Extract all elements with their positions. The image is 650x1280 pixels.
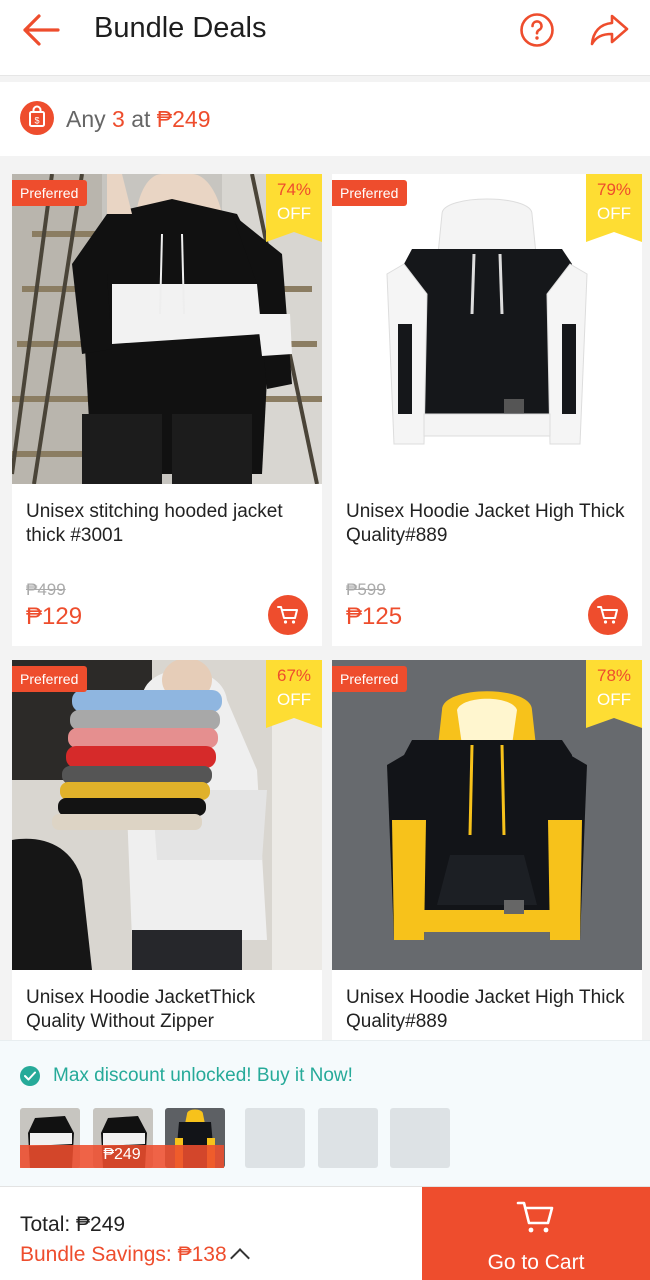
preferred-badge: Preferred xyxy=(332,180,408,206)
original-price: ₱499 xyxy=(26,580,66,599)
product-name[interactable]: Unisex Hoodie Jacket High Thick Quality#… xyxy=(346,500,631,548)
total-amount: Total: ₱249 xyxy=(20,1213,125,1237)
bundle-price-bar: ₱249 xyxy=(20,1145,224,1168)
bundle-progress-panel: Max discount unlocked! Buy it Now! ₱249 xyxy=(0,1040,650,1186)
go-to-cart-label: Go to Cart xyxy=(487,1251,585,1274)
discount-label: OFF xyxy=(277,690,311,709)
promo-price: ₱249 xyxy=(156,106,211,132)
promo-quantity: 3 xyxy=(112,106,125,132)
cart-icon xyxy=(516,1201,554,1233)
page-title: Bundle Deals xyxy=(94,12,267,44)
checkout-footer: Total: ₱249 Bundle Savings: ₱138 Go to C… xyxy=(0,1186,650,1280)
discount-label: OFF xyxy=(597,690,631,709)
original-price: ₱599 xyxy=(346,580,386,599)
question-circle-icon[interactable] xyxy=(519,12,555,48)
sale-price: ₱129 xyxy=(26,603,83,630)
check-circle-icon xyxy=(20,1066,40,1086)
savings-label: Bundle Savings: xyxy=(20,1243,172,1266)
product-card[interactable]: Preferred 79% OFF Unisex Hoodie Jacket Hi… xyxy=(332,174,642,646)
discount-tag: 78% OFF xyxy=(586,660,642,728)
promo-prefix: Any xyxy=(66,106,106,132)
empty-bundle-slot xyxy=(245,1108,305,1168)
cart-icon xyxy=(597,606,618,624)
bundle-price: ₱249 xyxy=(103,1146,141,1163)
sale-price: ₱125 xyxy=(346,603,403,630)
preferred-badge: Preferred xyxy=(332,666,408,692)
discount-label: OFF xyxy=(277,204,311,223)
promo-middle: at xyxy=(131,106,151,132)
product-card[interactable]: Preferred 74% OFF Unisex stitching hooded… xyxy=(12,174,322,646)
back-arrow-icon[interactable] xyxy=(18,8,66,52)
product-card[interactable]: Preferred 78% OFF Unisex Hoodie Jacket Hi… xyxy=(332,660,642,1040)
discount-percent: 79% xyxy=(596,180,632,199)
product-name[interactable]: Unisex Hoodie JacketThick Quality Withou… xyxy=(26,986,311,1034)
promo-text: Any 3 at ₱249 xyxy=(66,106,211,133)
go-to-cart-button[interactable]: Go to Cart xyxy=(422,1187,650,1280)
empty-bundle-slot xyxy=(390,1108,450,1168)
total-value: ₱249 xyxy=(76,1213,126,1236)
product-name[interactable]: Unisex Hoodie Jacket High Thick Quality#… xyxy=(346,986,631,1034)
discount-unlocked-message: Max discount unlocked! Buy it Now! xyxy=(53,1065,353,1086)
chevron-up-icon xyxy=(229,1248,250,1268)
add-to-cart-button[interactable] xyxy=(268,595,308,635)
savings-value: ₱138 xyxy=(177,1243,227,1266)
preferred-badge: Preferred xyxy=(12,180,88,206)
empty-bundle-slot xyxy=(318,1108,378,1168)
top-bar: Bundle Deals xyxy=(0,0,650,76)
bundle-promo-bar: $ Any 3 at ₱249 xyxy=(0,82,650,156)
discount-percent: 74% xyxy=(276,180,312,199)
share-icon[interactable] xyxy=(588,10,632,50)
product-name[interactable]: Unisex stitching hooded jacket thick #30… xyxy=(26,500,311,548)
discount-percent: 78% xyxy=(596,666,632,685)
discount-tag: 79% OFF xyxy=(586,174,642,242)
discount-tag: 67% OFF xyxy=(266,660,322,728)
discount-tag: 74% OFF xyxy=(266,174,322,242)
bundle-savings-toggle[interactable]: Bundle Savings: ₱138 xyxy=(20,1243,250,1268)
svg-text:$: $ xyxy=(34,116,39,126)
add-to-cart-button[interactable] xyxy=(588,595,628,635)
discount-label: OFF xyxy=(597,204,631,223)
preferred-badge: Preferred xyxy=(12,666,88,692)
discount-percent: 67% xyxy=(276,666,312,685)
total-label: Total: xyxy=(20,1213,71,1236)
product-card[interactable]: Preferred 67% OFF Unisex Hoodie JacketThi… xyxy=(12,660,322,1040)
bundle-bag-icon: $ xyxy=(20,101,54,135)
cart-icon xyxy=(277,606,298,624)
